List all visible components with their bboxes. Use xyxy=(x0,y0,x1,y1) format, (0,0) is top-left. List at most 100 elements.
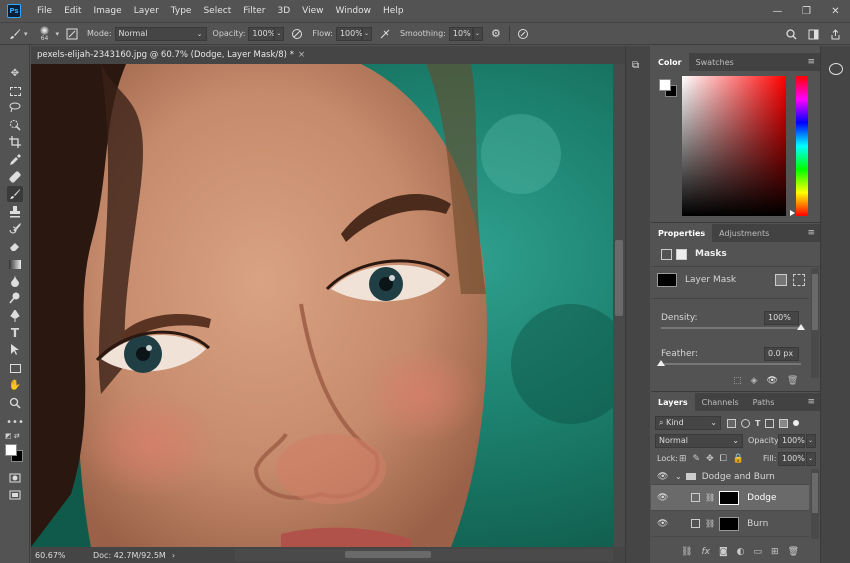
close-button[interactable]: ✕ xyxy=(821,0,850,22)
menu-select[interactable]: Select xyxy=(197,6,237,16)
menu-help[interactable]: Help xyxy=(377,6,410,16)
brush-tool-icon[interactable] xyxy=(7,186,23,202)
menu-type[interactable]: Type xyxy=(165,6,198,16)
link-icon[interactable]: ⛓ xyxy=(705,519,715,528)
flow-field[interactable]: 100% xyxy=(335,26,363,41)
hand-tool-icon[interactable]: ✋ xyxy=(7,377,23,393)
add-mask-icon[interactable]: ◙ xyxy=(719,547,728,557)
filter-smart-object-icon[interactable] xyxy=(779,418,789,428)
panel-menu-icon[interactable]: ≡ xyxy=(807,397,815,407)
filter-shape-icon[interactable] xyxy=(765,418,775,428)
panel-menu-icon[interactable]: ≡ xyxy=(807,228,815,238)
chevron-down-icon[interactable]: ⌄ xyxy=(675,472,682,481)
density-slider-thumb[interactable] xyxy=(797,324,805,330)
panel-menu-icon[interactable]: ≡ xyxy=(807,57,815,67)
quick-selection-tool-icon[interactable] xyxy=(7,117,23,133)
restore-button[interactable]: ❐ xyxy=(792,0,821,22)
brush-tool-icon[interactable] xyxy=(6,25,24,43)
density-field[interactable]: 100% xyxy=(764,311,799,325)
tab-adjustments[interactable]: Adjustments xyxy=(712,224,776,242)
link-layers-icon[interactable]: ⛓ xyxy=(681,547,692,557)
zoom-level[interactable]: 60.67% xyxy=(35,551,85,560)
dodge-tool-icon[interactable] xyxy=(7,290,23,306)
crop-tool-icon[interactable] xyxy=(7,134,23,150)
minimize-button[interactable]: — xyxy=(763,0,792,22)
brush-preset-picker[interactable]: 64 xyxy=(34,25,56,43)
lock-position-icon[interactable]: ✥ xyxy=(706,454,714,464)
rectangle-tool-icon[interactable] xyxy=(7,360,23,376)
filter-type-icon[interactable]: T xyxy=(755,419,760,428)
lock-image-icon[interactable]: ✎ xyxy=(693,454,701,464)
brush-settings-icon[interactable] xyxy=(63,25,81,43)
share-icon[interactable] xyxy=(826,25,844,43)
libraries-icon[interactable] xyxy=(829,63,843,75)
gear-icon[interactable]: ⚙ xyxy=(487,25,505,43)
pixel-mask-icon[interactable] xyxy=(661,248,672,260)
move-tool-icon[interactable]: ✥ xyxy=(7,65,23,81)
layer-filter-select[interactable]: ⌕ Kind ⌄ xyxy=(655,416,721,430)
delete-mask-icon[interactable]: 🗑 xyxy=(787,376,798,386)
foreground-color-chip[interactable] xyxy=(659,79,671,91)
eyedropper-tool-icon[interactable] xyxy=(7,152,23,168)
smoothing-dropdown[interactable]: ⌄ xyxy=(472,26,483,41)
swap-colors-icon[interactable]: ◩ ⇄ xyxy=(5,432,25,440)
opacity-field[interactable]: 100% xyxy=(248,26,275,41)
tab-swatches[interactable]: Swatches xyxy=(689,53,741,71)
feather-field[interactable]: 0.0 px xyxy=(764,347,799,361)
close-icon[interactable]: × xyxy=(298,50,305,60)
menu-layer[interactable]: Layer xyxy=(128,6,165,16)
vertical-scroll-thumb[interactable] xyxy=(615,240,623,316)
load-selection-icon[interactable]: ⬚ xyxy=(733,376,742,386)
screen-mode-icon[interactable] xyxy=(7,487,23,503)
path-selection-tool-icon[interactable] xyxy=(7,342,23,358)
menu-edit[interactable]: Edit xyxy=(58,6,87,16)
tab-color[interactable]: Color xyxy=(651,53,689,71)
zoom-tool-icon[interactable] xyxy=(7,395,23,411)
menu-filter[interactable]: Filter xyxy=(237,6,271,16)
density-slider-track[interactable] xyxy=(661,327,801,329)
type-tool-icon[interactable]: T xyxy=(7,325,23,341)
lock-all-icon[interactable]: 🔒 xyxy=(733,454,744,464)
fill-dropdown[interactable]: ⌄ xyxy=(806,452,816,466)
menu-window[interactable]: Window xyxy=(330,6,378,16)
menu-view[interactable]: View xyxy=(296,6,329,16)
horizontal-scroll-thumb[interactable] xyxy=(345,551,431,558)
filter-pixel-icon[interactable] xyxy=(727,418,736,428)
new-adjustment-icon[interactable]: ◐ xyxy=(737,547,745,557)
vector-mask-icon[interactable] xyxy=(676,248,687,260)
menu-file[interactable]: File xyxy=(31,6,58,16)
lasso-tool-icon[interactable] xyxy=(7,99,23,115)
gradient-tool-icon[interactable] xyxy=(7,256,23,272)
blur-tool-icon[interactable] xyxy=(7,273,23,289)
document-canvas[interactable] xyxy=(31,64,613,547)
lock-transparent-icon[interactable]: ⊞ xyxy=(679,454,687,464)
history-brush-tool-icon[interactable] xyxy=(7,221,23,237)
pen-tool-icon[interactable] xyxy=(7,308,23,324)
filter-adjustment-icon[interactable] xyxy=(741,418,750,428)
fill-field[interactable]: 100% xyxy=(778,452,805,466)
layer-row-dodge[interactable]: 👁 ⛓ Dodge xyxy=(651,485,809,511)
layer-mask-thumbnail[interactable] xyxy=(657,273,677,287)
opacity-dropdown[interactable]: ⌄ xyxy=(274,26,285,41)
hue-slider[interactable] xyxy=(796,76,808,216)
quick-mask-icon[interactable] xyxy=(7,470,23,486)
add-pixel-mask-icon[interactable] xyxy=(775,274,787,286)
eye-icon[interactable]: 👁 xyxy=(657,472,668,482)
pressure-size-icon[interactable] xyxy=(514,25,532,43)
layers-scroll-thumb[interactable] xyxy=(812,473,818,513)
properties-scroll-thumb[interactable] xyxy=(812,274,818,330)
layer-style-icon[interactable]: fx xyxy=(701,547,710,557)
apply-mask-icon[interactable]: ◈ xyxy=(751,376,758,386)
color-picker-field[interactable] xyxy=(682,76,786,216)
chevron-right-icon[interactable]: › xyxy=(172,551,175,560)
foreground-color-swatch[interactable] xyxy=(5,444,17,456)
mode-select[interactable]: Normal ⌄ xyxy=(114,26,207,41)
layer-opacity-dropdown[interactable]: ⌄ xyxy=(806,434,816,448)
more-tools-icon[interactable]: ••• xyxy=(6,414,24,430)
link-icon[interactable]: ⛓ xyxy=(705,493,715,502)
smoothing-field[interactable]: 10% xyxy=(448,26,473,41)
tab-paths[interactable]: Paths xyxy=(746,393,782,411)
marquee-tool-icon[interactable] xyxy=(7,83,23,99)
eraser-tool-icon[interactable] xyxy=(7,238,23,254)
flow-dropdown[interactable]: ⌄ xyxy=(361,26,372,41)
